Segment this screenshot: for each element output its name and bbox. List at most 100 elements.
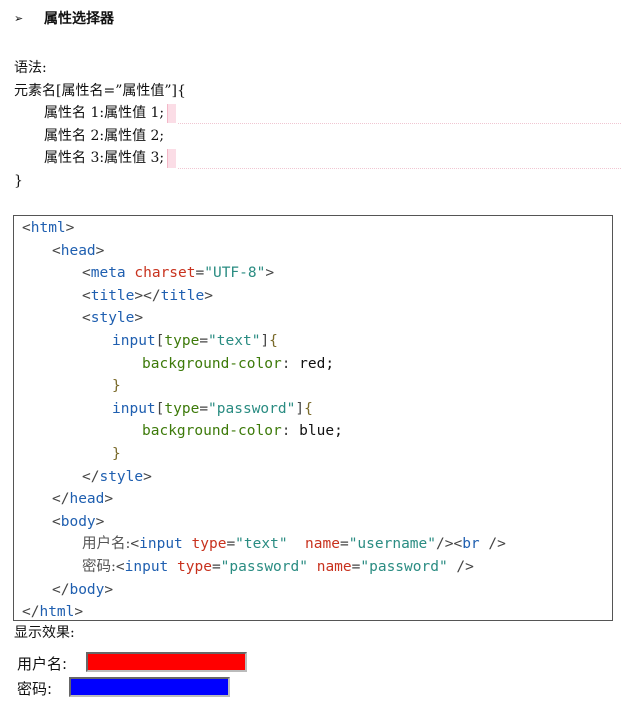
syntax-rule-1: 属性名 1:属性值 1; (44, 102, 164, 124)
code-token: input (112, 400, 156, 417)
syntax-rule-2: 属性名 2:属性值 2; (44, 125, 164, 147)
code-token: charset (134, 265, 196, 282)
rule-text: 属性名 1:属性值 1; (44, 105, 165, 121)
code-token: : (281, 423, 300, 440)
code-line: </head> (22, 488, 506, 511)
code-token: blue; (299, 423, 343, 440)
code-token: > (134, 310, 144, 327)
result-label: 显示效果: (14, 625, 75, 641)
arrow-bullet-icon: ➢ (14, 11, 24, 25)
username-label: 用户名: (17, 655, 68, 673)
code-token: </ (52, 491, 70, 508)
code-token: "password" (360, 558, 448, 575)
code-token: "username" (348, 536, 436, 553)
syntax-selector: 元素名[属性名=”属性值”]{ (14, 83, 186, 99)
code-token: input (124, 558, 169, 575)
code-token: style (90, 310, 135, 327)
code-line: <head> (22, 240, 506, 263)
code-content: <html> <head> <meta charset="UTF-8"> <title… (22, 217, 506, 624)
code-token: </ (82, 468, 100, 485)
code-token: /> (479, 536, 506, 553)
code-line: background-color: red; (22, 353, 506, 376)
code-token: html (39, 604, 75, 621)
code-line: <html> (22, 217, 506, 240)
code-token: type (164, 332, 200, 349)
code-token: { (304, 400, 313, 417)
code-token: </ (52, 581, 70, 598)
code-line: <body> (22, 511, 506, 534)
code-token: title (90, 287, 135, 304)
code-token: > (104, 491, 114, 508)
code-token: < (82, 287, 91, 304)
code-line: input[type="text"]{ (22, 330, 506, 353)
syntax-rule-3: 属性名 3:属性值 3; (44, 147, 164, 169)
code-token: background-color (142, 423, 282, 440)
code-token: background-color (142, 355, 282, 372)
section-title: 属性选择器 (44, 11, 114, 27)
section-heading: ➢ 属性选择器 (14, 8, 114, 28)
code-token: = (211, 558, 221, 575)
code-line: </body> (22, 579, 506, 602)
code-token: > (65, 220, 75, 236)
highlight-mark (167, 104, 176, 123)
code-token: red; (299, 355, 335, 372)
code-token: head (60, 242, 96, 259)
code-token: } (112, 445, 121, 462)
code-token: < (52, 513, 61, 530)
code-token: type (177, 558, 212, 575)
code-token: < (130, 536, 140, 553)
code-token: head (69, 491, 105, 508)
code-token: type (191, 536, 227, 553)
code-token: > (104, 581, 114, 598)
code-token: "password" (208, 400, 296, 417)
code-token: br (462, 536, 480, 553)
code-token: < (115, 558, 125, 575)
code-token: > (74, 604, 84, 621)
code-token: = (339, 536, 349, 553)
code-token: /> (447, 558, 474, 575)
code-line: input[type="password"]{ (22, 398, 506, 421)
syntax-close: } (14, 173, 23, 189)
code-token: { (269, 332, 278, 349)
code-line: <title></title> (22, 285, 506, 308)
code-token: name (305, 536, 340, 553)
code-token: > (95, 513, 105, 530)
username-input[interactable] (86, 652, 247, 672)
code-token: } (112, 378, 121, 395)
code-token: ] (260, 332, 270, 349)
code-token: ] (295, 400, 305, 417)
code-token: input (139, 536, 183, 553)
password-input[interactable] (69, 677, 230, 697)
code-line: } (22, 375, 506, 398)
divider (178, 123, 621, 124)
code-token: title (160, 287, 205, 304)
code-token: < (22, 220, 31, 236)
rule-text: 属性名 3:属性值 3; (44, 150, 165, 166)
code-token: html (30, 220, 66, 236)
syntax-label: 语法: (14, 60, 47, 76)
code-token: type (164, 400, 200, 417)
highlight-mark (167, 149, 176, 168)
code-line: 用户名:<input type="text" name="username"/>… (22, 533, 506, 556)
code-token: > (204, 287, 213, 304)
code-token: 用户名: (82, 536, 131, 553)
code-token: "text" (208, 332, 261, 349)
code-token: > (265, 265, 275, 282)
code-line: } (22, 443, 506, 466)
code-token: body (60, 513, 96, 530)
code-line: background-color: blue; (22, 420, 506, 443)
code-line: <style> (22, 307, 506, 330)
code-token: = (199, 400, 209, 417)
divider (178, 168, 621, 169)
code-token: "UTF-8" (204, 265, 266, 282)
rule-text: 属性名 2:属性值 2; (44, 128, 165, 144)
code-token: ></ (134, 287, 161, 304)
code-line: 密码:<input type="password" name="password… (22, 556, 506, 579)
code-token: < (52, 242, 61, 259)
code-token: body (69, 581, 105, 598)
code-line: </style> (22, 466, 506, 489)
